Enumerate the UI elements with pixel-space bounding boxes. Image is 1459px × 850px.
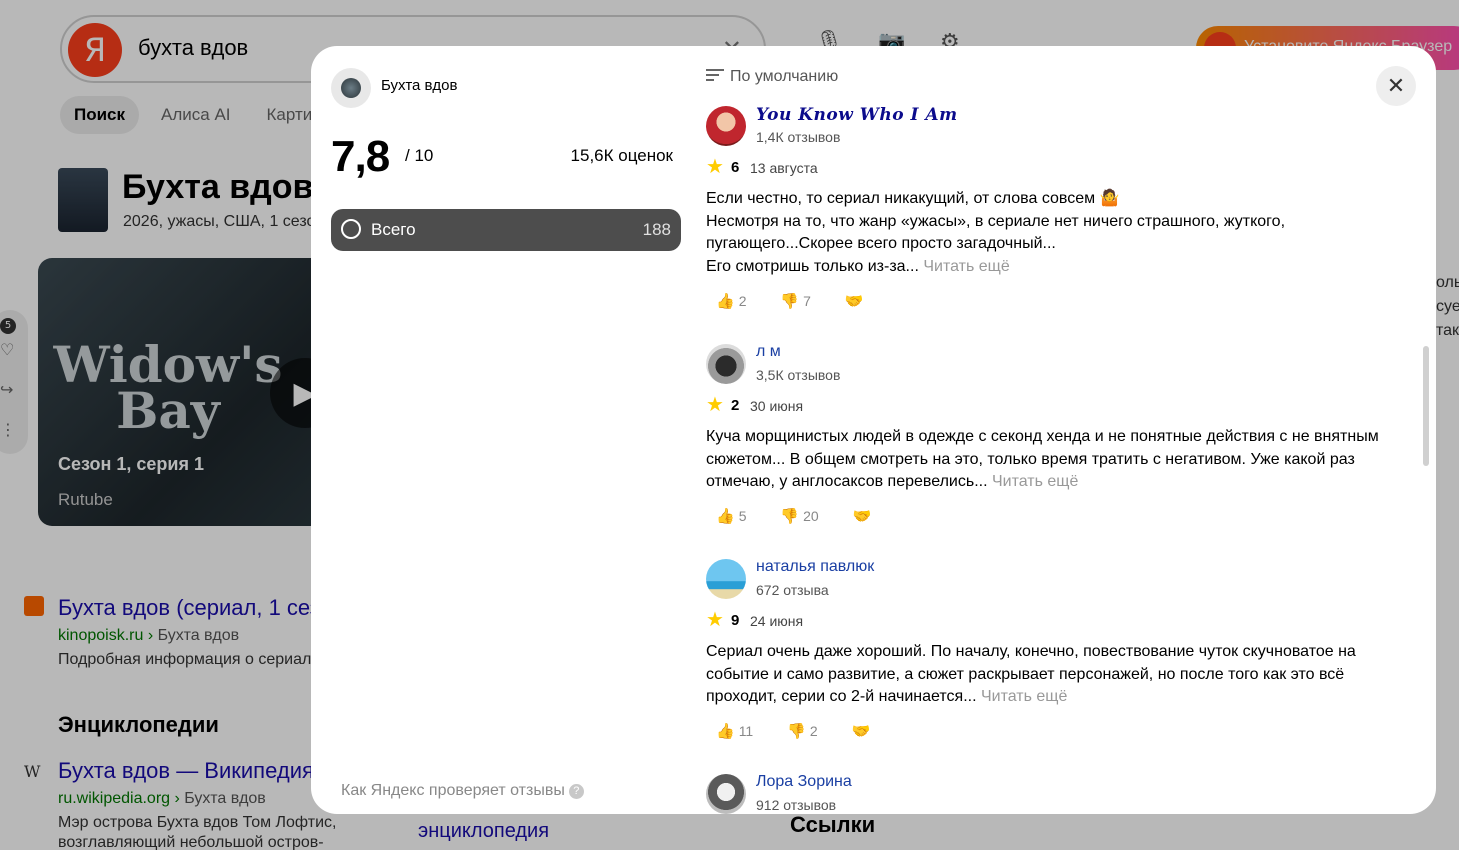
review-date: 30 июня [750, 398, 804, 414]
review-text: Куча морщинистых людей в одежде с секонд… [706, 428, 1379, 490]
close-button[interactable]: ✕ [1376, 66, 1416, 106]
help-icon[interactable]: ? [568, 784, 584, 799]
user-name[interactable]: Лора Зорина [756, 773, 852, 791]
review-text: Если честно, то сериал никакущий, от сло… [706, 190, 1286, 275]
review-check-link[interactable]: Как Яндекс проверяет отзывы? [341, 782, 584, 800]
close-icon: ✕ [1386, 73, 1406, 98]
rating-max: / 10 [405, 146, 434, 165]
like-button[interactable]: 👍 2 [716, 293, 746, 310]
read-more-link[interactable]: Читать ещё [923, 258, 1009, 275]
review-date: 13 августа [750, 160, 818, 176]
user-avatar[interactable] [706, 559, 746, 599]
star-icon: ★ [706, 394, 724, 416]
like-button[interactable]: 👍 11 [716, 723, 753, 740]
rating-count: 15,6К оценок [570, 146, 673, 165]
like-button[interactable]: 👍 5 [716, 508, 746, 525]
handshake-icon[interactable]: 🤝 [853, 508, 872, 525]
review-score: 6 [731, 159, 740, 176]
review-text: Сериал очень даже хороший. По началу, ко… [706, 643, 1356, 705]
user-review-count: 912 отзывов [756, 797, 837, 813]
handshake-icon[interactable]: 🤝 [845, 293, 864, 310]
user-review-count: 1,4К отзывов [756, 129, 841, 145]
thumbs-up-icon: 👍 [716, 723, 735, 740]
chat-bubble-icon [341, 219, 361, 239]
reviews-scrollbar[interactable] [1423, 346, 1429, 466]
thumbs-up-icon: 👍 [716, 508, 735, 525]
user-name[interactable]: You Know Who I Am [756, 105, 958, 125]
star-icon: ★ [706, 156, 724, 178]
reviews-modal: Бухта вдов 7,8 / 10 15,6К оценок Всего 1… [311, 46, 1436, 814]
show-name: Бухта вдов [381, 77, 458, 94]
dislike-button[interactable]: 👎 2 [787, 723, 817, 740]
review-actions: 👍 2 👎 7 🤝 [716, 292, 863, 310]
show-avatar [331, 68, 371, 108]
thumbs-down-icon: 👎 [780, 508, 800, 525]
user-avatar[interactable] [706, 774, 746, 814]
user-name[interactable]: наталья павлюк [756, 558, 874, 576]
review-date: 24 июня [750, 613, 804, 629]
thumbs-down-icon: 👎 [780, 293, 800, 310]
read-more-link[interactable]: Читать ещё [981, 688, 1067, 705]
rating-value: 7,8 [331, 132, 390, 181]
sort-icon [706, 69, 724, 81]
dislike-button[interactable]: 👎 20 [780, 508, 818, 525]
filter-label: Всего [371, 220, 416, 239]
user-avatar[interactable] [706, 344, 746, 384]
filter-count: 188 [642, 220, 671, 239]
thumbs-up-icon: 👍 [716, 293, 735, 310]
review-actions: 👍 5 👎 20 🤝 [716, 507, 871, 525]
handshake-icon[interactable]: 🤝 [852, 723, 871, 740]
user-name[interactable]: л м [756, 343, 781, 361]
star-icon: ★ [706, 609, 724, 631]
user-avatar[interactable] [706, 106, 746, 146]
read-more-link[interactable]: Читать ещё [992, 473, 1078, 490]
reviews-summary: Бухта вдов 7,8 / 10 15,6К оценок Всего 1… [331, 46, 683, 814]
review-actions: 👍 11 👎 2 🤝 [716, 722, 870, 740]
review-score: 2 [731, 397, 740, 414]
sort-dropdown[interactable]: По умолчанию [706, 68, 838, 86]
review-score: 9 [731, 612, 740, 629]
thumbs-down-icon: 👎 [787, 723, 806, 740]
user-review-count: 3,5К отзывов [756, 367, 841, 383]
filter-all-button[interactable]: Всего 188 [331, 209, 681, 251]
user-review-count: 672 отзыва [756, 582, 829, 598]
dislike-button[interactable]: 👎 7 [780, 293, 810, 310]
